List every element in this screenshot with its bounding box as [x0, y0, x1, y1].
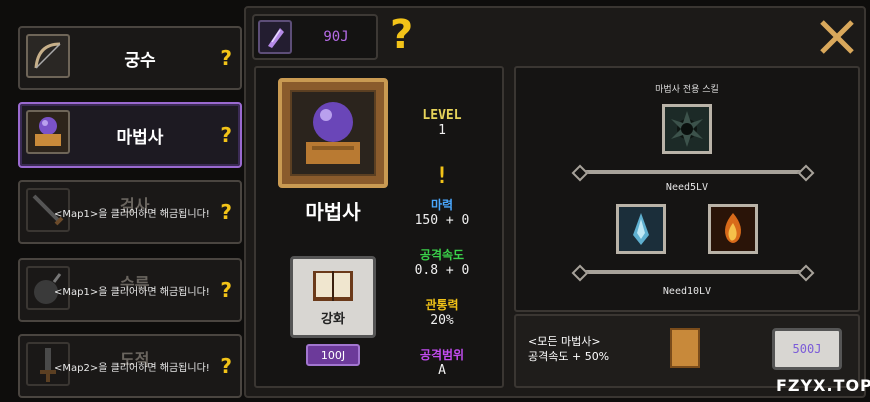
alert-icon: !	[435, 164, 449, 189]
level-label: LEVEL	[422, 108, 462, 123]
unlock-hint: <Map1>을 클리어하면 해금됩니다!	[54, 208, 210, 220]
unlock-hint: <Map2>을 클리어하면 해금됩니다!	[54, 362, 210, 374]
bow-icon	[26, 34, 70, 78]
level-value: 1	[438, 123, 446, 138]
help-icon[interactable]: ?	[220, 46, 232, 70]
upgrade-button[interactable]: 강화	[290, 256, 376, 338]
currency-amount: 90J	[323, 29, 349, 45]
mage-orb-icon	[290, 90, 376, 176]
bonus-target: <모든 마법사>	[528, 335, 601, 348]
help-icon[interactable]: ?	[220, 123, 232, 147]
stat-value: 0.8 + 0	[414, 263, 470, 278]
class-button-locked-3[interactable]: 도적 <Map2>을 클리어하면 해금됩니다! ?	[18, 334, 242, 398]
bonus-purchase-button[interactable]: 500J	[772, 328, 842, 370]
unlock-hint: <Map1>을 클리어하면 해금됩니다!	[54, 286, 210, 298]
book-icon	[311, 267, 355, 309]
fire-skill-icon[interactable]	[708, 204, 758, 254]
help-icon[interactable]: ?	[390, 12, 413, 58]
stat-label: 관통력	[425, 298, 459, 312]
stat-label: 공격속도	[419, 248, 465, 262]
skill-level-requirement: Need5LV	[665, 182, 709, 193]
upgrade-cost: 100J	[306, 344, 360, 366]
stat-value: 150 + 0	[414, 213, 470, 228]
stat-attack-speed: 공격속도 0.8 + 0	[400, 246, 484, 278]
bonus-effect: 공격속도 + 50%	[528, 350, 610, 363]
shadow-skill-icon[interactable]	[662, 104, 712, 154]
level-block: LEVEL 1	[400, 108, 484, 138]
stat-attack-range: 공격범위 A	[400, 346, 484, 378]
bonus-description: <모든 마법사> 공격속도 + 50%	[528, 334, 609, 364]
close-icon[interactable]	[818, 18, 856, 60]
stat-magic: 마력 150 + 0	[400, 196, 484, 228]
help-icon[interactable]: ?	[220, 354, 232, 378]
help-icon[interactable]: ?	[220, 278, 232, 302]
class-portrait	[278, 78, 388, 188]
skill-tier-divider	[580, 270, 806, 274]
ice-skill-icon[interactable]	[616, 204, 666, 254]
skill-tier-divider	[580, 170, 806, 174]
help-icon[interactable]: ?	[220, 200, 232, 224]
skill-tree-title: 마법사 전용 스킬	[655, 85, 719, 95]
stat-penetration: 관통력 20%	[400, 296, 484, 328]
crystal-icon	[258, 20, 292, 54]
class-button-locked-1[interactable]: 검사 <Map1>을 클리어하면 해금됩니다! ?	[18, 180, 242, 244]
class-name: 마법사	[116, 127, 164, 148]
orb-icon	[26, 110, 70, 154]
stat-label: 공격범위	[419, 348, 465, 362]
class-name: 궁수	[124, 50, 156, 71]
upgrade-label: 강화	[321, 312, 345, 327]
stat-value: A	[438, 363, 446, 378]
class-title: 마법사	[305, 200, 361, 224]
stat-value: 20%	[430, 313, 454, 328]
class-button-locked-2[interactable]: 수류 <Map1>을 클리어하면 해금됩니다! ?	[18, 258, 242, 322]
scroll-icon	[670, 328, 700, 368]
watermark: FZYX.TOP	[776, 376, 870, 395]
class-button-archer[interactable]: 궁수 ?	[18, 26, 242, 90]
class-button-mage[interactable]: 마법사 ?	[18, 102, 242, 168]
skill-level-requirement: Need10LV	[662, 286, 712, 297]
stat-label: 마력	[430, 198, 454, 212]
